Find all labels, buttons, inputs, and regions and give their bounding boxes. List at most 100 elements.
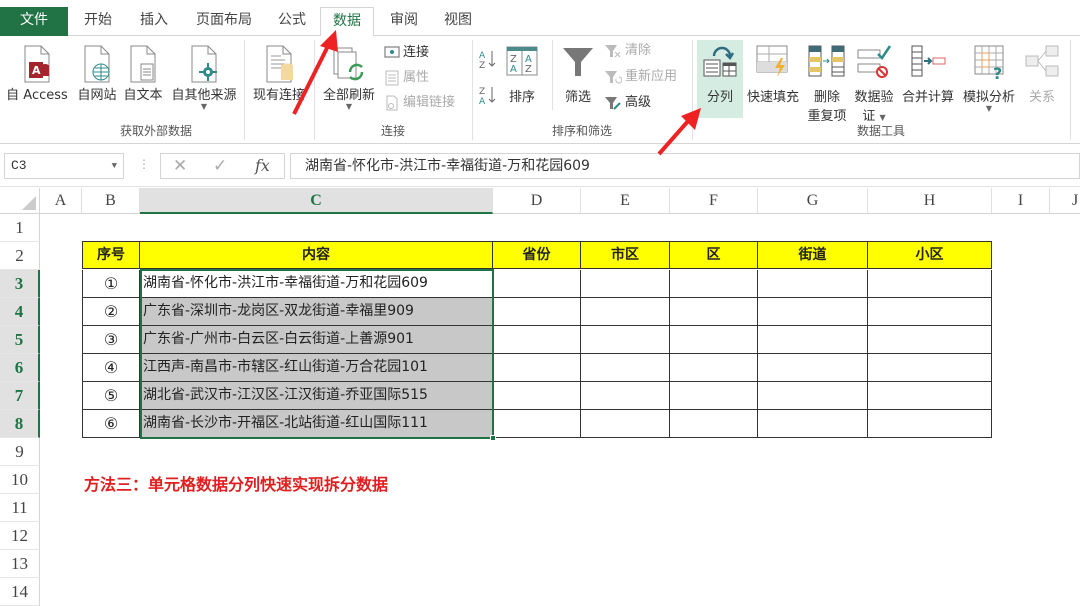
row-header-11[interactable]: 11 [0, 494, 40, 522]
content-cell[interactable]: 江西声-南昌市-市辖区-红山街道-万合花园101 [140, 354, 493, 382]
column-header-d[interactable]: D [493, 188, 581, 214]
seq-cell[interactable]: ③ [82, 326, 140, 354]
column-header-h[interactable]: H [868, 188, 992, 214]
header-cell-community[interactable]: 小区 [868, 241, 992, 269]
column-header-g[interactable]: G [758, 188, 868, 214]
row-header-4[interactable]: 4 [0, 298, 40, 326]
insert-function-button[interactable]: fx [255, 156, 270, 175]
row-header-6[interactable]: 6 [0, 354, 40, 382]
sort-a-z-button[interactable]: AZ [478, 48, 500, 71]
tab-view[interactable]: 视图 [432, 7, 484, 36]
district-cell[interactable] [670, 326, 758, 354]
sort-button[interactable]: ZA AZ 排序 [502, 44, 542, 105]
header-cell-province[interactable]: 省份 [493, 241, 581, 269]
district-cell[interactable] [670, 382, 758, 410]
street-cell[interactable] [758, 270, 868, 298]
existing-connections-button[interactable]: 现有连接 [248, 44, 310, 103]
column-header-i[interactable]: I [992, 188, 1050, 214]
fill-handle[interactable] [490, 435, 496, 441]
select-all-corner[interactable] [0, 188, 40, 214]
name-box[interactable]: C3 ▼ [4, 153, 124, 179]
what-if-analysis-button[interactable]: ? 模拟分析 ▼ [958, 44, 1020, 113]
row-header-7[interactable]: 7 [0, 382, 40, 410]
column-header-c[interactable]: C [140, 188, 493, 214]
header-cell-content[interactable]: 内容 [140, 241, 493, 269]
city-cell[interactable] [581, 410, 670, 438]
from-access-button[interactable]: A 自 Access [4, 44, 70, 103]
row-header-1[interactable]: 1 [0, 214, 40, 242]
content-cell[interactable]: 湖南省-长沙市-开福区-北站街道-红山国际111 [140, 410, 493, 438]
column-header-f[interactable]: F [670, 188, 758, 214]
province-cell[interactable] [493, 326, 581, 354]
reapply-button[interactable]: 重新应用 [604, 66, 677, 88]
community-cell[interactable] [868, 298, 992, 326]
advanced-filter-button[interactable]: 高级 [604, 92, 651, 114]
consolidate-button[interactable]: 合并计算 [898, 44, 958, 105]
city-cell[interactable] [581, 354, 670, 382]
content-cell[interactable]: 湖北省-武汉市-江汉区-江汉街道-乔亚国际515 [140, 382, 493, 410]
content-cell[interactable]: 广东省-深圳市-龙岗区-双龙街道-幸福里909 [140, 298, 493, 326]
district-cell[interactable] [670, 354, 758, 382]
city-cell[interactable] [581, 270, 670, 298]
city-cell[interactable] [581, 298, 670, 326]
content-cell[interactable]: 广东省-广州市-白云区-白云街道-上善源901 [140, 326, 493, 354]
sort-z-a-button[interactable]: ZA [478, 84, 500, 107]
street-cell[interactable] [758, 382, 868, 410]
community-cell[interactable] [868, 326, 992, 354]
street-cell[interactable] [758, 326, 868, 354]
row-header-9[interactable]: 9 [0, 438, 40, 466]
province-cell[interactable] [493, 382, 581, 410]
district-cell[interactable] [670, 298, 758, 326]
data-validation-button[interactable]: 数据验 证 ▼ [850, 44, 898, 124]
tab-insert[interactable]: 插入 [128, 7, 180, 36]
row-header-14[interactable]: 14 [0, 578, 40, 606]
column-header-e[interactable]: E [581, 188, 670, 214]
remove-duplicates-button[interactable]: 删除 重复项 [804, 44, 850, 124]
city-cell[interactable] [581, 326, 670, 354]
name-box-dropdown-icon[interactable]: ▼ [112, 154, 117, 178]
seq-cell[interactable]: ④ [82, 354, 140, 382]
tab-file[interactable]: 文件 [0, 7, 68, 36]
tab-data[interactable]: 数据 [320, 7, 374, 37]
refresh-all-button[interactable]: 全部刷新 ▼ [318, 44, 380, 111]
row-header-2[interactable]: 2 [0, 242, 40, 270]
clear-filter-button[interactable]: 清除 [604, 40, 651, 62]
province-cell[interactable] [493, 270, 581, 298]
community-cell[interactable] [868, 354, 992, 382]
row-header-12[interactable]: 12 [0, 522, 40, 550]
seq-cell[interactable]: ⑤ [82, 382, 140, 410]
seq-cell[interactable]: ⑥ [82, 410, 140, 438]
tab-formulas[interactable]: 公式 [266, 7, 318, 36]
header-cell-street[interactable]: 街道 [758, 241, 868, 269]
text-to-columns-button[interactable]: 分列 [697, 44, 743, 105]
row-header-8[interactable]: 8 [0, 410, 40, 438]
from-text-button[interactable]: 自文本 [120, 44, 166, 103]
from-other-sources-button[interactable]: 自其他来源 ▼ [166, 44, 242, 111]
community-cell[interactable] [868, 270, 992, 298]
relationships-button[interactable]: 关系 [1020, 44, 1064, 105]
row-header-3[interactable]: 3 [0, 270, 40, 298]
row-header-10[interactable]: 10 [0, 466, 40, 494]
column-header-a[interactable]: A [40, 188, 82, 214]
seq-cell[interactable]: ② [82, 298, 140, 326]
column-header-b[interactable]: B [82, 188, 140, 214]
city-cell[interactable] [581, 382, 670, 410]
content-cell[interactable]: 湖南省-怀化市-洪江市-幸福街道-万和花园609 [140, 270, 493, 298]
edit-links-button[interactable]: 编辑链接 [384, 92, 455, 114]
tab-home[interactable]: 开始 [72, 7, 124, 36]
row-header-5[interactable]: 5 [0, 326, 40, 354]
header-cell-city[interactable]: 市区 [581, 241, 670, 269]
province-cell[interactable] [493, 354, 581, 382]
province-cell[interactable] [493, 410, 581, 438]
from-web-button[interactable]: 自网站 [74, 44, 120, 103]
cancel-icon[interactable]: ✕ [173, 156, 187, 176]
community-cell[interactable] [868, 410, 992, 438]
community-cell[interactable] [868, 382, 992, 410]
header-cell-district[interactable]: 区 [670, 241, 758, 269]
formula-bar-grip-icon[interactable]: ⋮ [138, 157, 150, 171]
seq-cell[interactable]: ① [82, 270, 140, 298]
enter-checkmark-icon[interactable]: ✓ [213, 156, 227, 176]
district-cell[interactable] [670, 410, 758, 438]
tab-page-layout[interactable]: 页面布局 [186, 7, 262, 36]
street-cell[interactable] [758, 298, 868, 326]
